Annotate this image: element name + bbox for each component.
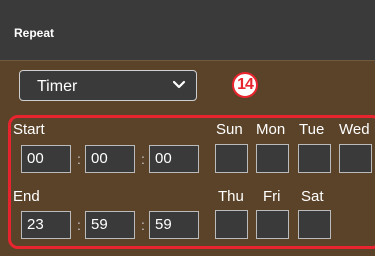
start-seconds-input[interactable]: 00 xyxy=(149,145,199,173)
chevron-down-icon xyxy=(172,80,186,89)
day-toggle-sat[interactable] xyxy=(298,210,331,239)
day-label-fri: Fri xyxy=(263,188,281,205)
end-hours-input[interactable]: 23 xyxy=(21,211,71,239)
day-label-thu: Thu xyxy=(218,188,244,205)
day-toggle-sun[interactable] xyxy=(215,144,248,173)
end-label: End xyxy=(13,188,40,205)
day-label-wed: Wed xyxy=(339,121,370,138)
header-title: Repeat xyxy=(14,26,55,40)
repeat-mode-value: Timer xyxy=(37,78,78,95)
day-label-mon: Mon xyxy=(256,121,286,138)
start-label: Start xyxy=(13,121,45,138)
day-label-sun: Sun xyxy=(216,121,243,138)
day-label-sat: Sat xyxy=(301,188,324,205)
end-separator-1: : xyxy=(77,217,81,233)
start-separator-1: : xyxy=(77,151,81,167)
day-label-tue: Tue xyxy=(299,121,325,138)
end-minutes-input[interactable]: 59 xyxy=(85,211,135,239)
day-toggle-mon[interactable] xyxy=(256,144,289,173)
annotation-badge: 14 xyxy=(232,72,258,98)
day-toggle-wed[interactable] xyxy=(339,144,372,173)
start-hours-input[interactable]: 00 xyxy=(21,145,71,173)
end-seconds-input[interactable]: 59 xyxy=(149,211,199,239)
start-minutes-input[interactable]: 00 xyxy=(85,145,135,173)
day-toggle-thu[interactable] xyxy=(215,210,248,239)
header-divider xyxy=(0,60,375,61)
repeat-mode-select[interactable]: Timer xyxy=(19,70,197,101)
day-toggle-fri[interactable] xyxy=(256,210,289,239)
panel-header: Repeat xyxy=(0,0,375,60)
start-separator-2: : xyxy=(141,151,145,167)
end-separator-2: : xyxy=(141,217,145,233)
repeat-panel: Repeat Timer 14 Start 00 : 00 : 00 Sun M… xyxy=(0,0,375,256)
day-toggle-tue[interactable] xyxy=(298,144,331,173)
